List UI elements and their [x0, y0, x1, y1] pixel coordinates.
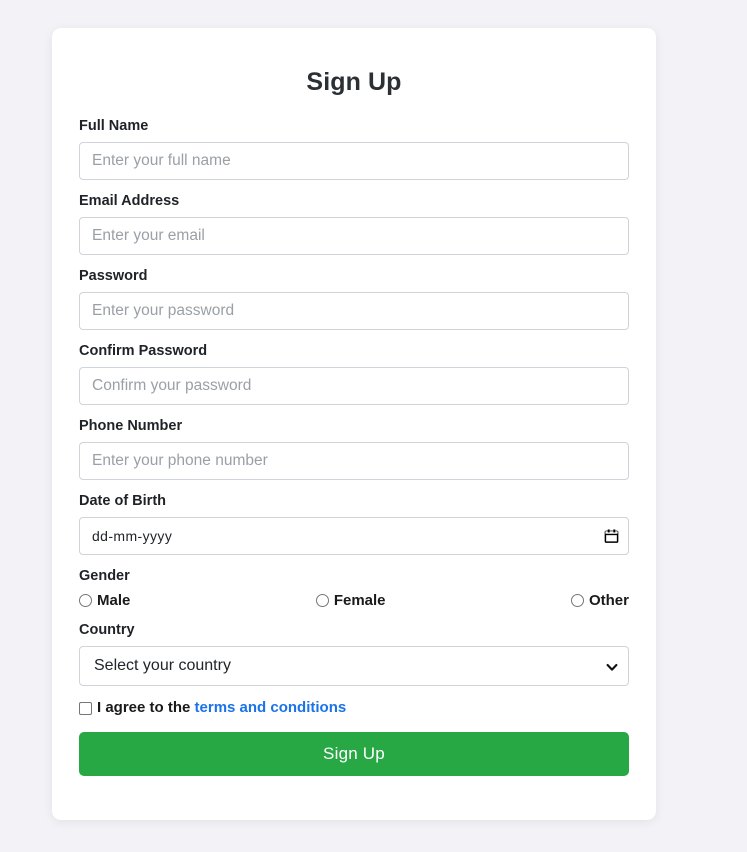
- terms-and-conditions-link[interactable]: terms and conditions: [195, 699, 347, 716]
- date-of-birth-wrapper: dd-mm-yyyy: [79, 517, 629, 555]
- radio-icon[interactable]: [315, 594, 329, 607]
- field-date-of-birth: Date of Birth dd-mm-yyyy: [79, 492, 629, 555]
- country-select-wrapper: Select your country: [79, 646, 629, 686]
- radio-icon[interactable]: [79, 594, 92, 607]
- full-name-input[interactable]: [79, 142, 629, 180]
- date-of-birth-value: dd-mm-yyyy: [92, 528, 173, 544]
- label-gender: Gender: [79, 568, 130, 584]
- label-full-name: Full Name: [79, 118, 149, 134]
- gender-option-male-label: Male: [97, 592, 131, 609]
- gender-option-other[interactable]: Other: [570, 592, 629, 609]
- calendar-icon[interactable]: [604, 529, 619, 544]
- terms-row: I agree to the terms and conditions: [79, 699, 629, 717]
- terms-label: I agree to the terms and conditions: [97, 699, 346, 717]
- date-of-birth-input[interactable]: dd-mm-yyyy: [79, 517, 629, 555]
- field-full-name: Full Name: [79, 117, 629, 180]
- field-email: Email Address: [79, 192, 629, 255]
- field-confirm-password: Confirm Password: [79, 342, 629, 405]
- label-email: Email Address: [79, 193, 180, 209]
- phone-number-input[interactable]: [79, 442, 629, 480]
- gender-option-male[interactable]: Male: [79, 592, 130, 609]
- label-confirm-password: Confirm Password: [79, 343, 208, 359]
- confirm-password-input[interactable]: [79, 367, 629, 405]
- label-country: Country: [79, 622, 135, 638]
- sign-up-button[interactable]: Sign Up: [79, 732, 629, 776]
- gender-option-other-label: Other: [588, 592, 629, 609]
- radio-icon[interactable]: [570, 594, 584, 607]
- email-input[interactable]: [79, 217, 629, 255]
- signup-card: Sign Up Full Name Email Address Password…: [52, 28, 656, 820]
- field-password: Password: [79, 267, 629, 330]
- country-select[interactable]: Select your country: [79, 646, 629, 686]
- terms-checkbox[interactable]: [79, 701, 92, 715]
- gender-option-female-label: Female: [333, 592, 386, 609]
- label-phone-number: Phone Number: [79, 418, 183, 434]
- country-selected-value: Select your country: [94, 657, 231, 674]
- field-phone-number: Phone Number: [79, 417, 629, 480]
- password-input[interactable]: [79, 292, 629, 330]
- label-date-of-birth: Date of Birth: [79, 493, 166, 509]
- label-password: Password: [79, 268, 148, 284]
- gender-radio-group: Male Female Other: [79, 592, 629, 609]
- gender-option-female[interactable]: Female: [315, 592, 386, 609]
- field-gender: Gender Male Female Other: [79, 567, 629, 609]
- field-country: Country Select your country: [79, 621, 629, 686]
- signup-page: Sign Up Full Name Email Address Password…: [0, 0, 747, 852]
- page-title: Sign Up: [306, 68, 402, 96]
- terms-text-before: I agree to the: [97, 699, 195, 716]
